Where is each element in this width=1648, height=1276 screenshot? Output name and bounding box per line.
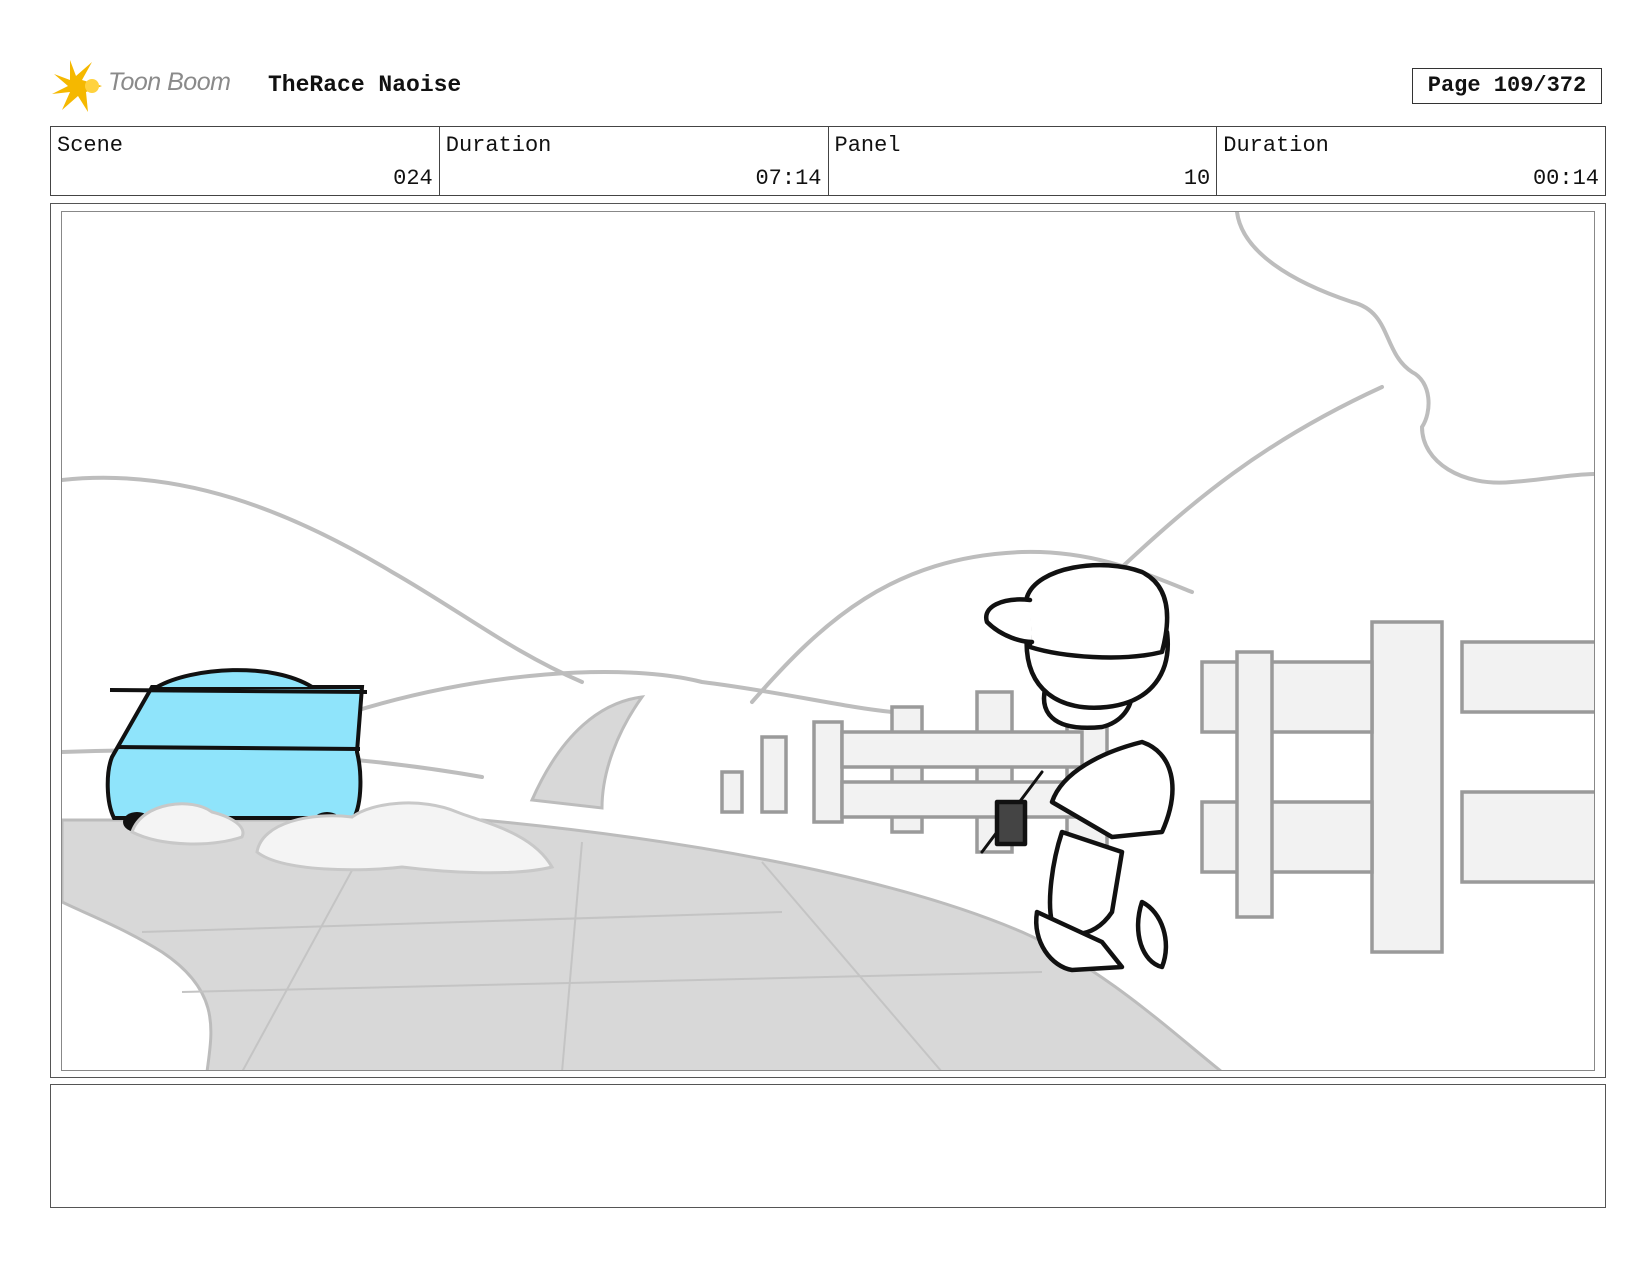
panel-cell: Panel 10 — [829, 127, 1218, 195]
page-indicator: Page 109/372 — [1412, 68, 1602, 104]
panel-label: Panel — [834, 133, 901, 158]
toon-boom-logo: Toon Boom — [52, 58, 252, 114]
logo-text: Toon Boom — [108, 68, 231, 96]
scene-duration-value: 07:14 — [755, 166, 822, 191]
panel-duration-value: 00:14 — [1532, 166, 1599, 191]
scene-info-table: Scene 024 Duration 07:14 Panel 10 Durati… — [50, 126, 1606, 196]
storyboard-sketch — [62, 212, 1594, 1070]
scene-duration-cell: Duration 07:14 — [440, 127, 829, 195]
scene-value: 024 — [393, 166, 433, 191]
panel-value: 10 — [1183, 166, 1211, 191]
panel-duration-label: Duration — [1223, 133, 1329, 158]
scene-label: Scene — [57, 133, 124, 158]
panel-notes-box — [50, 1084, 1606, 1208]
scene-duration-label: Duration — [445, 133, 552, 158]
panel-drawing — [61, 211, 1595, 1071]
blue-car — [105, 668, 368, 832]
panel-duration-cell: Duration 00:14 — [1217, 127, 1605, 195]
star-burst-icon — [52, 60, 102, 112]
project-title: TheRace Naoise — [268, 72, 462, 98]
scene-cell: Scene 024 — [51, 127, 440, 195]
